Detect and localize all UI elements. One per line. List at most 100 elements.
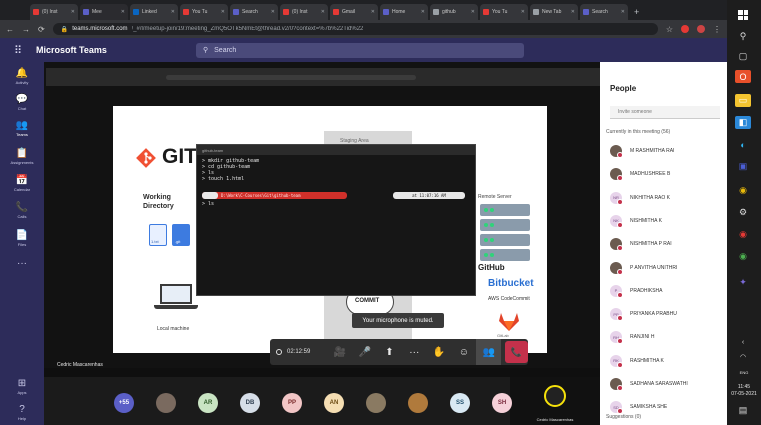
star-icon[interactable]: ☆ <box>666 25 673 34</box>
rail-item-activity[interactable]: 🔔 Activity <box>0 68 44 85</box>
participant-avatar[interactable]: DB <box>240 393 260 413</box>
browser-tab[interactable]: github ✕ <box>430 4 478 20</box>
rail-item-apps[interactable]: ⊞ Apps <box>0 378 44 395</box>
extension-icon[interactable] <box>681 25 689 33</box>
browser-tab[interactable]: You Tu ✕ <box>180 4 228 20</box>
browser-tab[interactable]: Search ✕ <box>580 4 628 20</box>
suggestions-section[interactable]: Suggestions (0) <box>606 414 641 420</box>
rail-item-teams[interactable]: 👥 Teams <box>0 120 44 137</box>
participant-list-item[interactable]: PP PRIYANKA PRABHU <box>610 307 722 322</box>
rail-item-files[interactable]: 📄 Files <box>0 230 44 247</box>
participant-list-item[interactable]: NR NIKHITHA RAO K <box>610 191 722 205</box>
mic-off-button[interactable]: 🎤 <box>352 339 377 365</box>
app-launcher-icon[interactable]: ⠿ <box>0 44 36 57</box>
participant-list-item[interactable]: RH RANJINI H <box>610 330 722 345</box>
participant-avatar[interactable]: SS <box>450 393 470 413</box>
app-icon[interactable]: ◉ <box>735 250 751 263</box>
search-icon[interactable]: ⚲ <box>735 30 751 43</box>
reload-icon[interactable]: ⟳ <box>38 25 45 34</box>
close-icon[interactable]: ✕ <box>321 9 325 15</box>
network-icon[interactable]: ◠ <box>735 350 751 363</box>
browser-tab[interactable]: Home ✕ <box>380 4 428 20</box>
browser-menu-icon[interactable]: ⋮ <box>713 25 721 34</box>
invite-input[interactable]: Invite someone <box>610 106 720 119</box>
close-icon[interactable]: ✕ <box>421 9 425 15</box>
settings-icon[interactable]: ⚙ <box>735 206 751 219</box>
rail-item-calendar[interactable]: 📅 Calendar <box>0 175 44 192</box>
close-icon[interactable]: ✕ <box>371 9 375 15</box>
participant-list-item[interactable]: MADHUSHREE B <box>610 167 722 182</box>
active-speaker-tile[interactable]: Cedric Mascarenhas <box>510 377 600 425</box>
store-icon[interactable]: ◧ <box>735 116 751 129</box>
browser-tab[interactable]: Mee ✕ <box>80 4 128 20</box>
reactions-button[interactable]: ☺ <box>451 339 476 365</box>
close-icon[interactable]: ✕ <box>271 9 275 15</box>
participant-avatar[interactable]: SH <box>492 393 512 413</box>
profile-avatar[interactable] <box>697 25 705 33</box>
chrome-icon[interactable]: ◉ <box>735 184 751 197</box>
avatar <box>610 145 623 158</box>
close-icon[interactable]: ✕ <box>71 9 75 15</box>
close-icon[interactable]: ✕ <box>121 9 125 15</box>
participant-avatar[interactable]: +55 <box>114 393 134 413</box>
chrome-profile-icon[interactable]: ◉ <box>735 228 751 241</box>
notifications-icon[interactable]: ▤ <box>735 404 751 417</box>
new-tab-button[interactable]: + <box>634 4 639 20</box>
rail-item-more[interactable]: ··· <box>0 258 44 270</box>
participant-avatar[interactable] <box>156 393 176 413</box>
share-button[interactable]: ⬆ <box>377 339 402 365</box>
language-indicator[interactable]: ENG <box>727 370 761 375</box>
close-icon[interactable]: ✕ <box>471 9 475 15</box>
rail-item-calls[interactable]: 📞 Calls <box>0 202 44 219</box>
participant-avatar[interactable] <box>366 393 386 413</box>
more-actions-button[interactable]: ··· <box>402 339 427 365</box>
rail-item-assignments[interactable]: 📋 Assignments <box>0 148 44 165</box>
camera-off-button[interactable]: 🎥 <box>328 339 353 365</box>
forward-icon[interactable]: → <box>22 25 30 34</box>
participant-list-item[interactable]: RK RASHMITHA K <box>610 354 722 368</box>
back-icon[interactable]: ← <box>6 25 14 34</box>
rail-item-chat[interactable]: 💬 Chat <box>0 94 44 111</box>
participant-list-item[interactable]: P ANVITHA UNITHRI <box>610 261 722 275</box>
participant-list-item[interactable]: P PRADHIKSHA <box>610 284 722 298</box>
in-meeting-section[interactable]: Currently in this meeting (56) <box>606 129 670 135</box>
participant-list-item[interactable]: SADHANA SARASWATHI <box>610 377 722 391</box>
office-icon[interactable]: O <box>735 70 751 83</box>
chevron-up-icon[interactable]: ‹ <box>735 336 751 349</box>
participants-button[interactable]: 👥 <box>476 339 502 365</box>
participant-avatar[interactable]: AN <box>324 393 344 413</box>
file-explorer-icon[interactable]: ▭ <box>735 94 751 107</box>
browser-tab[interactable]: Linked ✕ <box>130 4 178 20</box>
teams-icon[interactable]: ▣ <box>735 160 751 173</box>
app-icon[interactable]: ✦ <box>735 276 751 289</box>
raise-hand-button[interactable]: ✋ <box>427 339 452 365</box>
participant-list-item[interactable]: NISHMITHA P RAI <box>610 237 722 252</box>
browser-tab[interactable]: Gmail ✕ <box>330 4 378 20</box>
edge-icon[interactable]: ◐ <box>735 138 751 151</box>
participant-list-item[interactable]: NK NISHMITHA K <box>610 214 722 228</box>
participant-avatar[interactable] <box>408 393 428 413</box>
participant-avatar[interactable]: AR <box>198 393 218 413</box>
search-input[interactable]: ⚲ Search <box>196 42 524 58</box>
close-icon[interactable]: ✕ <box>171 9 175 15</box>
windows-start-icon[interactable] <box>738 10 748 20</box>
close-icon[interactable]: ✕ <box>221 9 225 15</box>
browser-tab[interactable]: (0) Inst ✕ <box>30 4 78 20</box>
system-clock[interactable]: 11:45 07-05-2021 <box>727 384 761 398</box>
browser-tab[interactable]: You Tu ✕ <box>480 4 528 20</box>
participant-list-item[interactable]: M RASHMITHA RAI <box>610 144 722 158</box>
rail-item-help[interactable]: ? Help <box>0 404 44 421</box>
browser-tab[interactable]: New Tab ✕ <box>530 4 578 20</box>
close-icon[interactable]: ✕ <box>621 9 625 15</box>
terminal-window[interactable]: github-team > mkdir github-team > cd gith… <box>196 144 476 296</box>
browser-tab[interactable]: (0) Inst ✕ <box>280 4 328 20</box>
browser-tab[interactable]: Search ✕ <box>230 4 278 20</box>
hang-up-button[interactable]: 📞 <box>505 341 528 363</box>
url-field[interactable]: 🔒 teams.microsoft.com /_#/l/meetup-join/… <box>52 23 658 35</box>
participant-list-item[interactable]: SD SAMIKSHA SHE <box>610 400 722 415</box>
more-actions-icon: ··· <box>409 346 420 358</box>
task-view-icon[interactable]: ▢ <box>735 50 751 63</box>
close-icon[interactable]: ✕ <box>571 9 575 15</box>
close-icon[interactable]: ✕ <box>521 9 525 15</box>
participant-avatar[interactable]: PP <box>282 393 302 413</box>
